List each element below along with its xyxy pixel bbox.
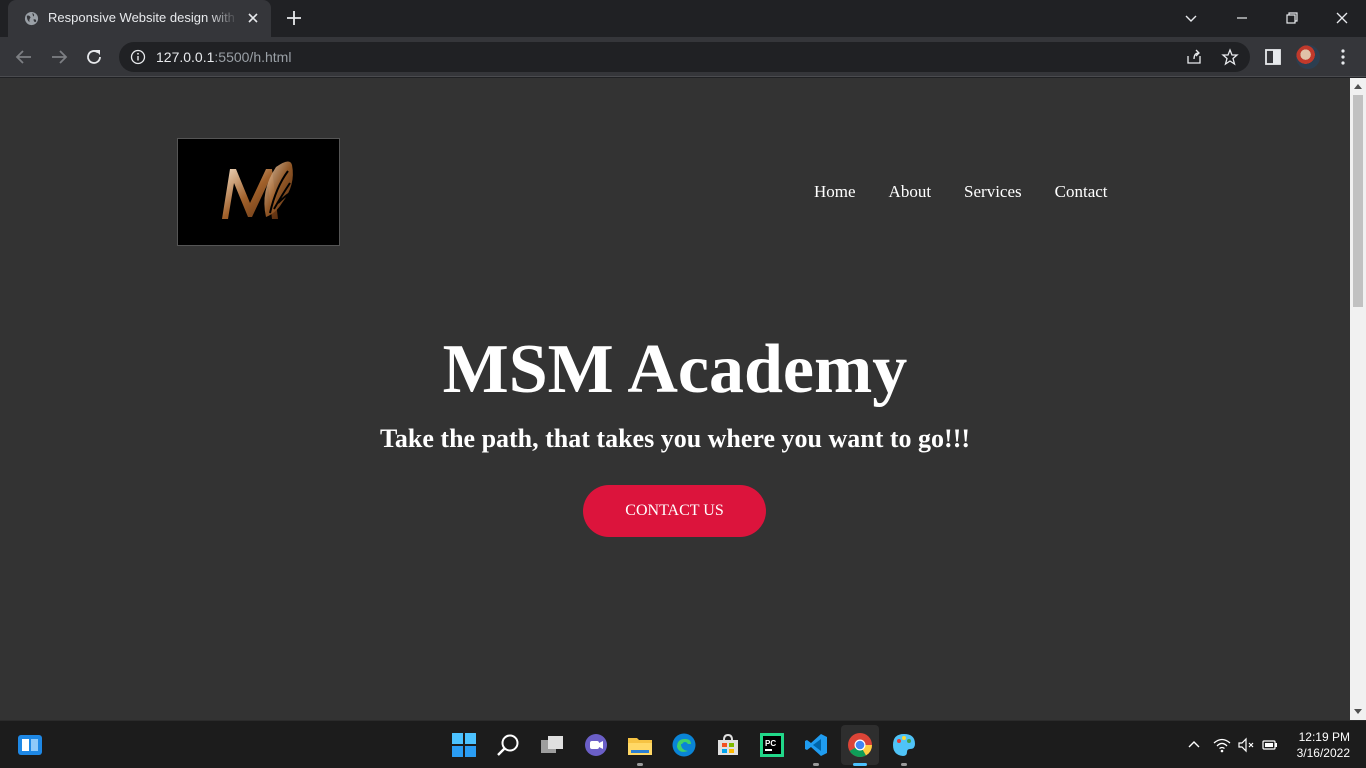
scroll-thumb[interactable] <box>1353 95 1363 307</box>
chat-icon[interactable] <box>583 732 609 758</box>
paint-running-indicator <box>901 763 907 766</box>
back-icon[interactable] <box>13 46 35 68</box>
windows-taskbar: PC 12:19 PM 3/16/2022 <box>0 720 1366 768</box>
store-icon[interactable] <box>715 732 741 758</box>
hero-title: MSM Academy <box>442 331 908 408</box>
browser-toolbar: 127.0.0.1:5500/h.html <box>0 37 1366 77</box>
site-info-icon[interactable] <box>130 49 146 65</box>
nav-link-contact[interactable]: Contact <box>1055 182 1108 202</box>
tab-strip: Responsive Website design with HTML <box>0 0 1366 37</box>
speaker-muted-icon[interactable] <box>1237 736 1255 754</box>
battery-icon[interactable] <box>1261 736 1279 754</box>
side-panel-icon[interactable] <box>1262 46 1284 68</box>
browser-tab[interactable]: Responsive Website design with HTML <box>8 0 271 37</box>
clock-time: 12:19 PM <box>1298 730 1350 744</box>
file-explorer-running-indicator <box>637 763 643 766</box>
vscode-icon[interactable] <box>803 732 829 758</box>
restore-icon[interactable] <box>1280 6 1304 30</box>
start-icon[interactable] <box>451 732 477 758</box>
address-bar[interactable]: 127.0.0.1:5500/h.html <box>119 42 1250 72</box>
scroll-up-arrow-icon[interactable] <box>1354 84 1362 89</box>
nav-link-services[interactable]: Services <box>964 182 1022 202</box>
search-icon[interactable] <box>495 732 521 758</box>
scroll-down-arrow-icon[interactable] <box>1354 709 1362 714</box>
tray-overflow-chevron-icon[interactable] <box>1185 736 1203 754</box>
msm-logo-icon <box>222 161 293 219</box>
wifi-icon[interactable] <box>1213 736 1231 754</box>
globe-icon <box>24 11 39 26</box>
bookmark-star-icon[interactable] <box>1221 48 1239 66</box>
file-explorer-icon[interactable] <box>627 732 653 758</box>
close-tab-icon[interactable] <box>244 9 262 27</box>
hero-subtitle: Take the path, that takes you where you … <box>379 424 971 453</box>
site-logo[interactable] <box>177 138 340 246</box>
page-viewport: Home About Services Contact MSM Academy … <box>0 78 1350 720</box>
reload-icon[interactable] <box>83 46 105 68</box>
forward-icon[interactable] <box>48 46 70 68</box>
pycharm-icon[interactable]: PC <box>759 732 785 758</box>
task-view-icon[interactable] <box>539 732 565 758</box>
system-clock[interactable]: 12:19 PM 3/16/2022 <box>1286 729 1350 761</box>
nav-link-about[interactable]: About <box>889 182 932 202</box>
clock-date: 3/16/2022 <box>1296 746 1350 760</box>
tab-search-icon[interactable] <box>1179 6 1203 30</box>
profile-avatar[interactable] <box>1296 45 1320 69</box>
page-scrollbar[interactable] <box>1350 78 1366 720</box>
url-text[interactable]: 127.0.0.1:5500/h.html <box>156 49 291 65</box>
chrome-icon[interactable] <box>847 732 873 758</box>
contact-us-button[interactable]: CONTACT US <box>583 485 766 537</box>
nav-link-home[interactable]: Home <box>814 182 856 202</box>
site-navigation: Home About Services Contact <box>814 182 1108 202</box>
edge-icon[interactable] <box>671 732 697 758</box>
paint-icon[interactable] <box>891 732 917 758</box>
vscode-running-indicator <box>813 763 819 766</box>
menu-kebab-icon[interactable] <box>1332 46 1354 68</box>
svg-text:PC: PC <box>765 739 776 748</box>
tab-title: Responsive Website design with HTML <box>48 10 238 25</box>
close-window-icon[interactable] <box>1330 6 1354 30</box>
new-tab-icon[interactable] <box>284 8 304 28</box>
widgets-icon[interactable] <box>17 732 43 758</box>
share-icon[interactable] <box>1185 48 1203 66</box>
minimize-icon[interactable] <box>1230 6 1254 30</box>
chrome-running-indicator <box>853 763 867 766</box>
